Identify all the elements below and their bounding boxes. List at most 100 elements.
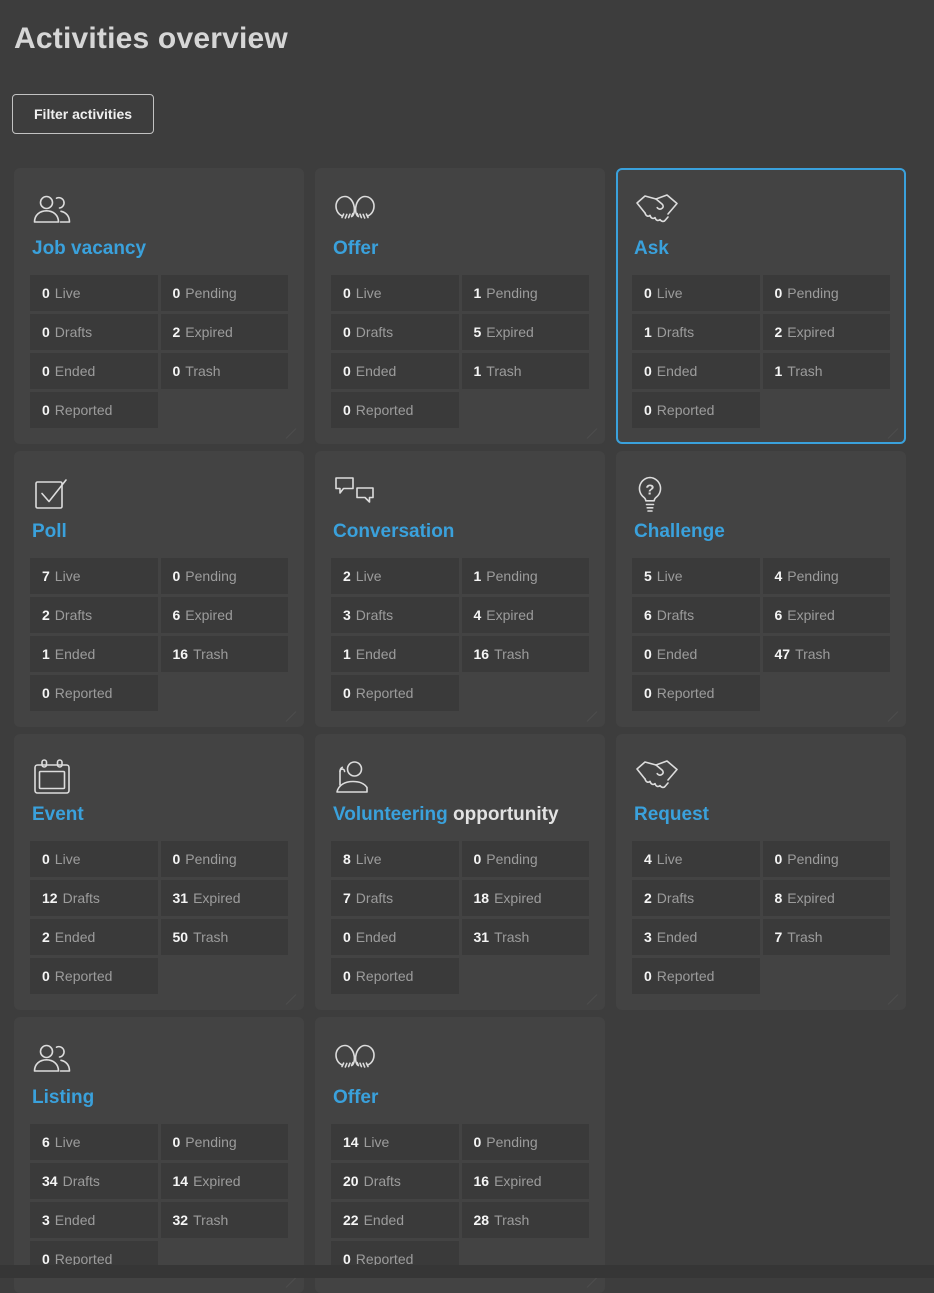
stat-expired[interactable]: 8Expired <box>763 880 891 916</box>
stat-trash[interactable]: 47Trash <box>763 636 891 672</box>
stat-drafts[interactable]: 0Drafts <box>30 314 158 350</box>
stat-ended[interactable]: 3Ended <box>30 1202 158 1238</box>
stat-reported[interactable]: 0Reported <box>30 958 158 994</box>
stat-expired[interactable]: 6Expired <box>161 597 289 633</box>
card-title[interactable]: Conversation <box>333 519 589 544</box>
stat-drafts[interactable]: 7Drafts <box>331 880 459 916</box>
stat-trash[interactable]: 16Trash <box>161 636 289 672</box>
activity-card-offer[interactable]: Offer 14Live0Pending20Drafts16Expired22E… <box>315 1017 605 1293</box>
stat-trash[interactable]: 1Trash <box>462 353 590 389</box>
stat-drafts[interactable]: 1Drafts <box>632 314 760 350</box>
stat-pending[interactable]: 0Pending <box>462 841 590 877</box>
stat-live[interactable]: 14Live <box>331 1124 459 1160</box>
stat-expired[interactable]: 31Expired <box>161 880 289 916</box>
card-title[interactable]: Ask <box>634 236 890 261</box>
stat-reported[interactable]: 0Reported <box>30 675 158 711</box>
card-title[interactable]: Poll <box>32 519 288 544</box>
stat-live[interactable]: 8Live <box>331 841 459 877</box>
stat-reported[interactable]: 0Reported <box>632 958 760 994</box>
card-title[interactable]: Challenge <box>634 519 890 544</box>
stat-reported[interactable]: 0Reported <box>632 392 760 428</box>
stat-reported[interactable]: 0Reported <box>331 392 459 428</box>
card-title[interactable]: Listing <box>32 1085 288 1110</box>
stat-drafts[interactable]: 2Drafts <box>632 880 760 916</box>
stat-pending[interactable]: 0Pending <box>462 1124 590 1160</box>
stat-drafts[interactable]: 2Drafts <box>30 597 158 633</box>
stat-reported[interactable]: 0Reported <box>331 958 459 994</box>
stat-ended[interactable]: 0Ended <box>30 353 158 389</box>
stat-expired[interactable]: 4Expired <box>462 597 590 633</box>
stat-live[interactable]: 2Live <box>331 558 459 594</box>
stat-pending[interactable]: 1Pending <box>462 558 590 594</box>
activity-card-request[interactable]: Request 4Live0Pending2Drafts8Expired3End… <box>616 734 906 1010</box>
stat-trash[interactable]: 1Trash <box>763 353 891 389</box>
activity-card-poll[interactable]: Poll 7Live0Pending2Drafts6Expired1Ended1… <box>14 451 304 727</box>
stat-drafts[interactable]: 6Drafts <box>632 597 760 633</box>
activity-card-ask[interactable]: Ask 0Live0Pending1Drafts2Expired0Ended1T… <box>616 168 906 444</box>
stat-ended[interactable]: 1Ended <box>331 636 459 672</box>
stat-drafts[interactable]: 0Drafts <box>331 314 459 350</box>
stat-drafts[interactable]: 12Drafts <box>30 880 158 916</box>
stat-trash[interactable]: 31Trash <box>462 919 590 955</box>
stat-pending[interactable]: 0Pending <box>161 558 289 594</box>
activity-card-listing[interactable]: Listing 6Live0Pending34Drafts14Expired3E… <box>14 1017 304 1293</box>
stat-trash[interactable]: 32Trash <box>161 1202 289 1238</box>
activity-card-job-vacancy[interactable]: Job vacancy 0Live0Pending0Drafts2Expired… <box>14 168 304 444</box>
stat-trash[interactable]: 28Trash <box>462 1202 590 1238</box>
stat-drafts[interactable]: 34Drafts <box>30 1163 158 1199</box>
activity-card-challenge[interactable]: ? Challenge 5Live4Pending6Drafts6Expired… <box>616 451 906 727</box>
stat-trash[interactable]: 50Trash <box>161 919 289 955</box>
filter-activities-button[interactable]: Filter activities <box>12 94 154 134</box>
stat-ended[interactable]: 0Ended <box>331 353 459 389</box>
card-title[interactable]: Volunteering opportunity <box>333 802 589 827</box>
stat-live[interactable]: 0Live <box>331 275 459 311</box>
card-title[interactable]: Offer <box>333 1085 589 1110</box>
stat-reported[interactable]: 0Reported <box>331 675 459 711</box>
stat-expired[interactable]: 5Expired <box>462 314 590 350</box>
stat-expired[interactable]: 2Expired <box>763 314 891 350</box>
stat-live[interactable]: 6Live <box>30 1124 158 1160</box>
stat-ended[interactable]: 0Ended <box>632 353 760 389</box>
stat-pending[interactable]: 4Pending <box>763 558 891 594</box>
stat-live[interactable]: 5Live <box>632 558 760 594</box>
stat-expired[interactable]: 16Expired <box>462 1163 590 1199</box>
stat-ended[interactable]: 0Ended <box>331 919 459 955</box>
stat-expired[interactable]: 14Expired <box>161 1163 289 1199</box>
stat-trash[interactable]: 7Trash <box>763 919 891 955</box>
stat-live[interactable]: 7Live <box>30 558 158 594</box>
stat-label: Live <box>657 851 683 867</box>
stat-pending[interactable]: 0Pending <box>763 841 891 877</box>
stat-trash[interactable]: 0Trash <box>161 353 289 389</box>
activity-card-conversation[interactable]: Conversation 2Live1Pending3Drafts4Expire… <box>315 451 605 727</box>
card-title[interactable]: Event <box>32 802 288 827</box>
stat-pending[interactable]: 0Pending <box>763 275 891 311</box>
activity-card-event[interactable]: Event 0Live0Pending12Drafts31Expired2End… <box>14 734 304 1010</box>
stat-label: Ended <box>657 363 697 379</box>
stat-drafts[interactable]: 3Drafts <box>331 597 459 633</box>
stat-reported[interactable]: 0Reported <box>632 675 760 711</box>
stat-expired[interactable]: 18Expired <box>462 880 590 916</box>
stat-live[interactable]: 0Live <box>632 275 760 311</box>
stat-ended[interactable]: 2Ended <box>30 919 158 955</box>
stat-pending[interactable]: 0Pending <box>161 275 289 311</box>
card-title[interactable]: Job vacancy <box>32 236 288 261</box>
stat-ended[interactable]: 0Ended <box>632 636 760 672</box>
stat-drafts[interactable]: 20Drafts <box>331 1163 459 1199</box>
card-title[interactable]: Request <box>634 802 890 827</box>
activity-card-offer[interactable]: Offer 0Live1Pending0Drafts5Expired0Ended… <box>315 168 605 444</box>
stat-live[interactable]: 0Live <box>30 841 158 877</box>
stat-pending[interactable]: 0Pending <box>161 1124 289 1160</box>
stat-expired[interactable]: 6Expired <box>763 597 891 633</box>
stat-pending[interactable]: 0Pending <box>161 841 289 877</box>
stat-reported[interactable]: 0Reported <box>30 392 158 428</box>
stat-expired[interactable]: 2Expired <box>161 314 289 350</box>
stat-ended[interactable]: 1Ended <box>30 636 158 672</box>
stat-pending[interactable]: 1Pending <box>462 275 590 311</box>
stat-live[interactable]: 0Live <box>30 275 158 311</box>
stat-ended[interactable]: 22Ended <box>331 1202 459 1238</box>
stat-trash[interactable]: 16Trash <box>462 636 590 672</box>
card-title[interactable]: Offer <box>333 236 589 261</box>
stat-ended[interactable]: 3Ended <box>632 919 760 955</box>
activity-card-volunteering-opportunity[interactable]: Volunteering opportunity 8Live0Pending7D… <box>315 734 605 1010</box>
stat-live[interactable]: 4Live <box>632 841 760 877</box>
